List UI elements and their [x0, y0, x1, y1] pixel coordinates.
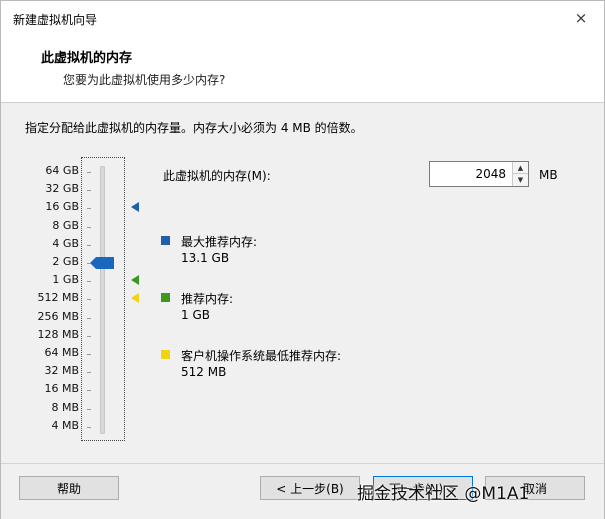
scale-label: 16 MB	[44, 382, 79, 396]
legend-title: 推荐内存:	[181, 292, 234, 306]
slider-thumb[interactable]	[90, 257, 114, 269]
scale-tick	[87, 335, 91, 337]
page-subtitle: 您要为此虚拟机使用多少内存?	[63, 73, 226, 87]
scale-label: 8 GB	[52, 218, 79, 232]
legend-value: 512 MB	[181, 365, 227, 379]
scale-tick	[87, 354, 91, 355]
recommendation-marker-icon	[131, 293, 139, 304]
scale-label: 64 MB	[44, 346, 79, 359]
scale-tick	[87, 390, 91, 392]
memory-unit: MB	[539, 168, 558, 182]
help-button[interactable]: 帮助	[19, 476, 119, 500]
stepper-down-icon[interactable]: ▼	[513, 174, 528, 186]
memory-label: 此虚拟机的内存(M):	[163, 169, 271, 183]
title-bar: 新建虚拟机向导 ×	[1, 1, 604, 35]
scale-tick	[87, 263, 91, 264]
wizard-window: 新建虚拟机向导 × 此虚拟机的内存 您要为此虚拟机使用多少内存? 指定分配给此虚…	[0, 0, 605, 519]
legend-title: 最大推荐内存:	[181, 235, 258, 249]
memory-field[interactable]: ▲ ▼	[429, 161, 529, 187]
scale-label: 32 GB	[45, 182, 79, 196]
scale-tick	[87, 226, 91, 228]
wizard-header: 此虚拟机的内存 您要为此虚拟机使用多少内存?	[1, 35, 604, 103]
scale-tick	[87, 281, 91, 283]
scale-tick	[87, 190, 91, 192]
scale-tick	[87, 208, 91, 210]
scale-tick	[87, 299, 91, 301]
yellow-square-icon	[161, 350, 170, 359]
recommendation-marker-icon	[131, 275, 139, 286]
page-title: 此虚拟机的内存	[41, 51, 133, 66]
watermark-text: 掘金技术社区 @M1A1	[357, 484, 530, 504]
scale-label: 4 MB	[51, 418, 79, 432]
scale-tick	[87, 426, 91, 428]
scale-label: 32 MB	[44, 364, 79, 378]
scale-label: 8 MB	[51, 400, 79, 414]
scale-tick	[87, 317, 91, 319]
stepper-up-icon[interactable]: ▲	[513, 162, 528, 174]
scale-label: 16 GB	[45, 200, 79, 214]
green-square-icon	[161, 293, 170, 302]
scale-label: 128 MB	[37, 327, 79, 341]
scale-label: 64 GB	[45, 164, 79, 177]
scale-label: 2 GB	[52, 255, 79, 268]
legend-value: 13.1 GB	[181, 251, 230, 265]
instruction-text: 指定分配给此虚拟机的内存量。内存大小必须为 4 MB 的倍数。	[25, 121, 363, 135]
back-button[interactable]: < 上一步(B)	[260, 476, 360, 500]
scale-tick	[87, 244, 91, 246]
scale-label: 256 MB	[37, 309, 79, 323]
memory-input[interactable]	[430, 162, 512, 186]
scale-label: 1 GB	[52, 273, 79, 287]
legend-value: 1 GB	[181, 308, 210, 322]
slider-track[interactable]	[100, 166, 105, 434]
memory-stepper[interactable]: ▲ ▼	[512, 162, 528, 186]
scale-label: 512 MB	[37, 291, 79, 305]
scale-tick	[87, 372, 91, 374]
scale-label: 4 GB	[52, 236, 79, 250]
legend-title: 客户机操作系统最低推荐内存:	[181, 349, 342, 363]
memory-slider[interactable]	[81, 157, 125, 441]
scale-tick	[87, 172, 91, 173]
close-icon[interactable]: ×	[558, 1, 604, 35]
blue-square-icon	[161, 236, 170, 245]
scale-tick	[87, 408, 91, 410]
recommendation-marker-icon	[131, 202, 139, 213]
window-title: 新建虚拟机向导	[13, 13, 98, 27]
